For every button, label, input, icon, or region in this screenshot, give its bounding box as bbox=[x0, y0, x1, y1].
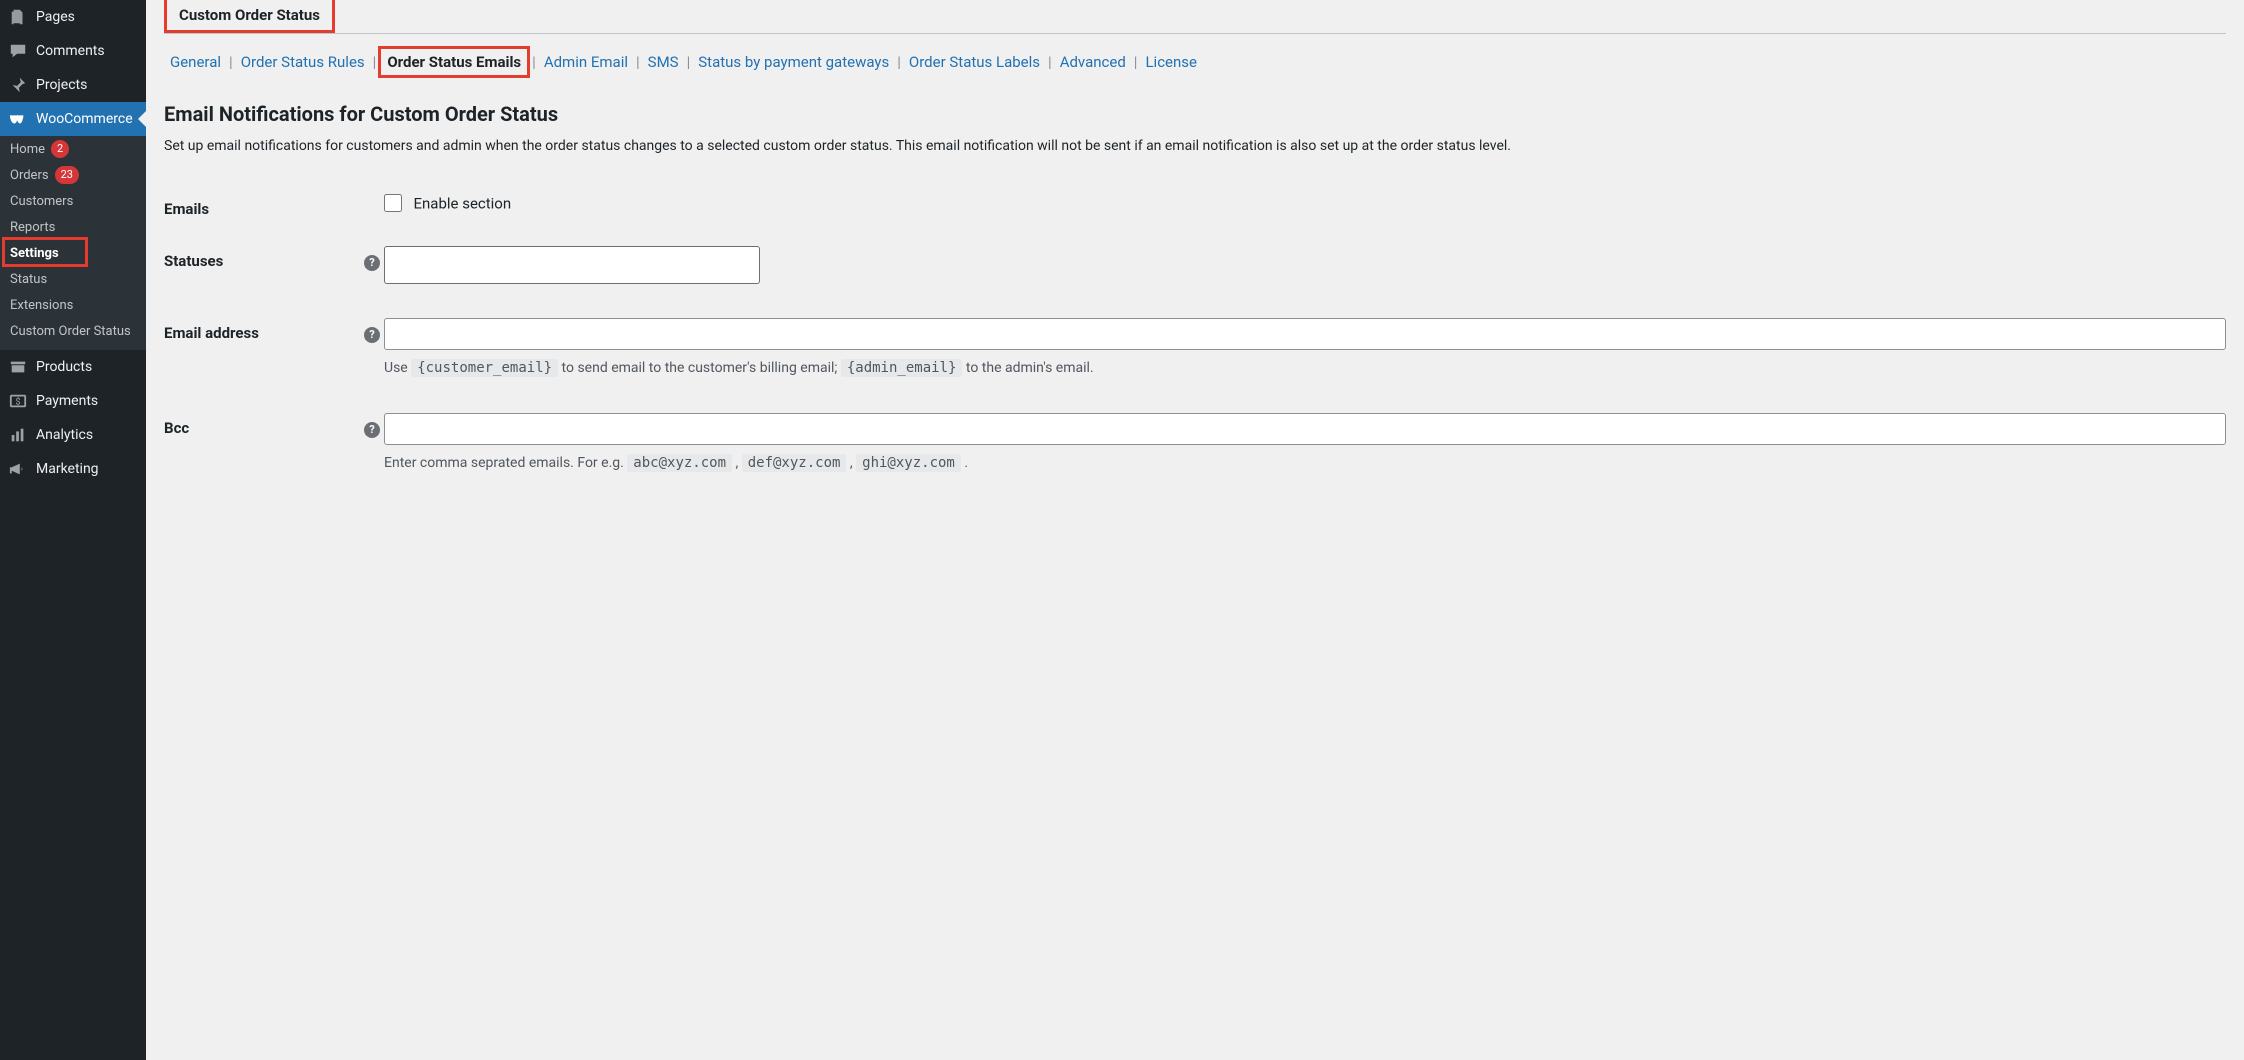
submenu-label: Status bbox=[10, 272, 47, 287]
help-icon[interactable]: ? bbox=[364, 255, 380, 271]
submenu-item-reports[interactable]: Reports bbox=[0, 214, 146, 240]
megaphone-icon bbox=[8, 459, 28, 479]
subtab-emails[interactable]: Order Status Emails bbox=[378, 46, 530, 78]
enable-section-checkbox[interactable] bbox=[384, 194, 402, 212]
subtab-separator: | bbox=[1132, 53, 1140, 71]
subtab-separator: | bbox=[685, 53, 693, 71]
page-description: Set up email notifications for customers… bbox=[164, 136, 2185, 156]
sidebar-item-payments[interactable]: $ Payments bbox=[0, 384, 146, 418]
sidebar-item-label: Projects bbox=[36, 77, 87, 93]
subtab-separator: | bbox=[371, 53, 379, 71]
submenu-label: Orders bbox=[10, 168, 49, 183]
submenu-label: Extensions bbox=[10, 298, 73, 313]
sidebar-item-pages[interactable]: Pages bbox=[0, 0, 146, 34]
enable-section-label: Enable section bbox=[413, 194, 511, 212]
subtab-admin[interactable]: Admin Email bbox=[538, 49, 634, 75]
comment-icon bbox=[8, 41, 28, 61]
subtab-separator: | bbox=[1046, 53, 1054, 71]
submenu-item-home[interactable]: Home 2 bbox=[0, 136, 146, 162]
sidebar-item-label: Payments bbox=[36, 393, 98, 409]
help-icon[interactable]: ? bbox=[364, 422, 380, 438]
submenu-item-extensions[interactable]: Extensions bbox=[0, 292, 146, 318]
page-title: Email Notifications for Custom Order Sta… bbox=[164, 102, 2226, 126]
woocommerce-submenu: Home 2Orders 23 Customers Reports Settings Sta… bbox=[0, 136, 146, 350]
label-statuses: Statuses bbox=[164, 238, 364, 310]
sidebar-item-analytics[interactable]: Analytics bbox=[0, 418, 146, 452]
help-icon[interactable]: ? bbox=[364, 327, 380, 343]
plugin-tab-row: Custom Order Status bbox=[164, 0, 2226, 34]
subtab-general[interactable]: General bbox=[164, 49, 227, 75]
subtab-rules[interactable]: Order Status Rules bbox=[235, 49, 371, 75]
svg-text:$: $ bbox=[15, 397, 20, 408]
sidebar-item-marketing[interactable]: Marketing bbox=[0, 452, 146, 486]
submenu-item-status[interactable]: Status bbox=[0, 266, 146, 292]
sidebar-item-label: Comments bbox=[36, 43, 105, 59]
email-address-description: Use {customer_email} to send email to th… bbox=[384, 358, 2226, 379]
subtab-separator: | bbox=[530, 53, 538, 71]
label-bcc: Bcc bbox=[164, 405, 364, 500]
submenu-label: Custom Order Status bbox=[10, 324, 131, 339]
main-content: Custom Order Status General|Order Status… bbox=[146, 0, 2244, 1060]
bars-icon bbox=[8, 425, 28, 445]
count-badge: 2 bbox=[51, 140, 69, 158]
subtab-license[interactable]: License bbox=[1139, 49, 1203, 75]
code-customer-email: {customer_email} bbox=[411, 359, 558, 377]
subtab-sms[interactable]: SMS bbox=[642, 49, 685, 75]
submenu-label: Reports bbox=[10, 220, 55, 235]
pages-icon bbox=[8, 7, 28, 27]
statuses-multiselect[interactable] bbox=[384, 246, 760, 284]
bcc-description: Enter comma seprated emails. For e.g. ab… bbox=[384, 453, 2226, 474]
subtab-advanced[interactable]: Advanced bbox=[1054, 49, 1132, 75]
code-admin-email: {admin_email} bbox=[841, 359, 963, 377]
submenu-item-custom-order-status[interactable]: Custom Order Status bbox=[0, 318, 146, 344]
subtab-separator: | bbox=[895, 53, 903, 71]
sidebar-item-woocommerce[interactable]: WooCommerce bbox=[0, 102, 146, 136]
subtab-separator: | bbox=[634, 53, 642, 71]
tab-custom-order-status[interactable]: Custom Order Status bbox=[164, 0, 335, 33]
admin-sidebar: PagesCommentsProjectsWooCommerce Home2Or… bbox=[0, 0, 146, 1060]
subtab-gateways[interactable]: Status by payment gateways bbox=[692, 49, 895, 75]
subtab-separator: | bbox=[227, 53, 235, 71]
archive-icon bbox=[8, 357, 28, 377]
submenu-item-customers[interactable]: Customers bbox=[0, 188, 146, 214]
bcc-input[interactable] bbox=[384, 413, 2226, 445]
sidebar-item-label: Analytics bbox=[36, 427, 93, 443]
submenu-item-orders[interactable]: Orders 23 bbox=[0, 162, 146, 188]
woo-icon bbox=[8, 109, 28, 129]
label-emails: Emails bbox=[164, 186, 364, 238]
submenu-label: Customers bbox=[10, 194, 73, 209]
count-badge: 23 bbox=[55, 166, 79, 184]
settings-subtabs: General|Order Status Rules|Order Status … bbox=[164, 34, 2226, 86]
submenu-label: Home bbox=[10, 142, 45, 157]
subtab-labels[interactable]: Order Status Labels bbox=[903, 49, 1046, 75]
submenu-item-settings[interactable]: Settings bbox=[0, 240, 146, 266]
sidebar-item-label: WooCommerce bbox=[36, 111, 133, 127]
pin-icon bbox=[8, 75, 28, 95]
submenu-label: Settings bbox=[10, 246, 59, 261]
sidebar-item-comments[interactable]: Comments bbox=[0, 34, 146, 68]
email-address-input[interactable] bbox=[384, 318, 2226, 350]
label-email-address: Email address bbox=[164, 310, 364, 405]
enable-section-wrapper[interactable]: Enable section bbox=[384, 195, 511, 211]
sidebar-item-label: Marketing bbox=[36, 461, 99, 477]
sidebar-item-label: Pages bbox=[36, 9, 75, 25]
sidebar-item-projects[interactable]: Projects bbox=[0, 68, 146, 102]
sidebar-item-products[interactable]: Products bbox=[0, 350, 146, 384]
dollar-icon: $ bbox=[8, 391, 28, 411]
sidebar-item-label: Products bbox=[36, 359, 92, 375]
